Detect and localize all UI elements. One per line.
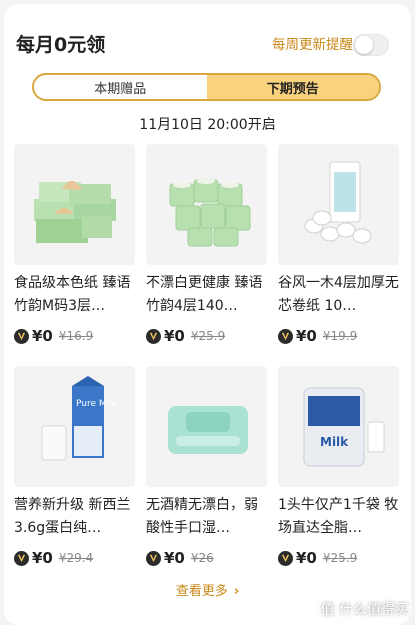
price-row: ¥0 ¥29.4 bbox=[14, 549, 93, 567]
watermark-text: 值 什么值得买 bbox=[320, 602, 409, 618]
watermark: 值 什么值得买 bbox=[298, 599, 409, 619]
vip-badge-icon bbox=[14, 550, 29, 566]
current-price: ¥0 bbox=[164, 327, 185, 345]
price-row: ¥0 ¥16.9 bbox=[14, 327, 93, 345]
original-price: ¥26 bbox=[190, 551, 214, 565]
weekly-remind-label: 每周更新提醒 bbox=[272, 37, 353, 53]
product-name[interactable]: 食品级本色纸 臻语竹韵M码3层… bbox=[14, 272, 135, 318]
product-card[interactable]: Pure Milk 营养新升级 新西兰3.6g蛋白纯… ¥0 ¥29.4 bbox=[14, 366, 135, 567]
vip-badge-icon bbox=[278, 550, 293, 566]
current-price: ¥0 bbox=[32, 549, 53, 567]
card-title: 每月0元领 bbox=[16, 34, 106, 56]
price-row: ¥0 ¥26 bbox=[146, 549, 214, 567]
price-row: ¥0 ¥19.9 bbox=[278, 327, 357, 345]
free-gift-card: 每月0元领 每周更新提醒 本期赠品 下期预告 11月10日 20:00开启 食品… bbox=[4, 4, 411, 625]
view-more-link[interactable]: 查看更多 › bbox=[4, 580, 411, 599]
view-more-label: 查看更多 bbox=[175, 584, 228, 599]
period-tabs: 本期赠品 下期预告 bbox=[32, 73, 381, 101]
product-name[interactable]: 谷风一木4层加厚无芯卷纸 10… bbox=[278, 272, 399, 318]
product-image-wet-wipes[interactable] bbox=[146, 366, 267, 487]
current-price: ¥0 bbox=[296, 327, 317, 345]
brand-text: Pure Milk bbox=[76, 399, 118, 409]
vip-badge-icon bbox=[146, 328, 161, 344]
schedule-date: 11月10日 20:00开启 bbox=[139, 117, 276, 133]
original-price: ¥19.9 bbox=[322, 329, 358, 343]
tab-next-period[interactable]: 下期预告 bbox=[206, 75, 379, 99]
original-price: ¥25.9 bbox=[322, 551, 358, 565]
brand-text: Milk bbox=[320, 435, 349, 449]
product-card[interactable]: 无酒精无漂白，弱酸性手口湿… ¥0 ¥26 bbox=[146, 366, 267, 567]
current-price: ¥0 bbox=[164, 549, 185, 567]
vip-badge-icon bbox=[278, 328, 293, 344]
product-card[interactable]: 不漂白更健康 臻语竹韵4层140… ¥0 ¥25.9 bbox=[146, 144, 267, 345]
product-image-toilet-rolls[interactable] bbox=[146, 144, 267, 265]
product-name[interactable]: 不漂白更健康 臻语竹韵4层140… bbox=[146, 272, 267, 318]
original-price: ¥16.9 bbox=[58, 329, 94, 343]
current-price: ¥0 bbox=[32, 327, 53, 345]
weekly-remind-toggle[interactable] bbox=[353, 34, 389, 56]
product-name[interactable]: 1头牛仅产1千袋 牧场直达全脂… bbox=[278, 494, 399, 540]
product-name[interactable]: 营养新升级 新西兰3.6g蛋白纯… bbox=[14, 494, 135, 540]
product-card[interactable]: 谷风一木4层加厚无芯卷纸 10… ¥0 ¥19.9 bbox=[278, 144, 399, 345]
watermark-logo-icon bbox=[298, 600, 317, 618]
product-name[interactable]: 无酒精无漂白，弱酸性手口湿… bbox=[146, 494, 267, 540]
current-price: ¥0 bbox=[296, 549, 317, 567]
chevron-right-icon: › bbox=[233, 584, 240, 599]
toggle-knob bbox=[355, 36, 373, 54]
product-image-tissue-boxes[interactable] bbox=[14, 144, 135, 265]
vip-badge-icon bbox=[146, 550, 161, 566]
product-image-milk-carton[interactable]: Pure Milk bbox=[14, 366, 135, 487]
tab-current-period[interactable]: 本期赠品 bbox=[34, 75, 207, 99]
product-card[interactable]: Milk 1头牛仅产1千袋 牧场直达全脂… ¥0 ¥25.9 bbox=[278, 366, 399, 567]
original-price: ¥25.9 bbox=[190, 329, 226, 343]
price-row: ¥0 ¥25.9 bbox=[278, 549, 357, 567]
card-header: 每月0元领 每周更新提醒 bbox=[16, 32, 401, 62]
price-row: ¥0 ¥25.9 bbox=[146, 327, 225, 345]
original-price: ¥29.4 bbox=[58, 551, 94, 565]
vip-badge-icon bbox=[14, 328, 29, 344]
product-card[interactable]: 食品级本色纸 臻语竹韵M码3层… ¥0 ¥16.9 bbox=[14, 144, 135, 345]
product-image-milk-powder[interactable]: Milk bbox=[278, 366, 399, 487]
product-image-coreless-rolls[interactable] bbox=[278, 144, 399, 265]
